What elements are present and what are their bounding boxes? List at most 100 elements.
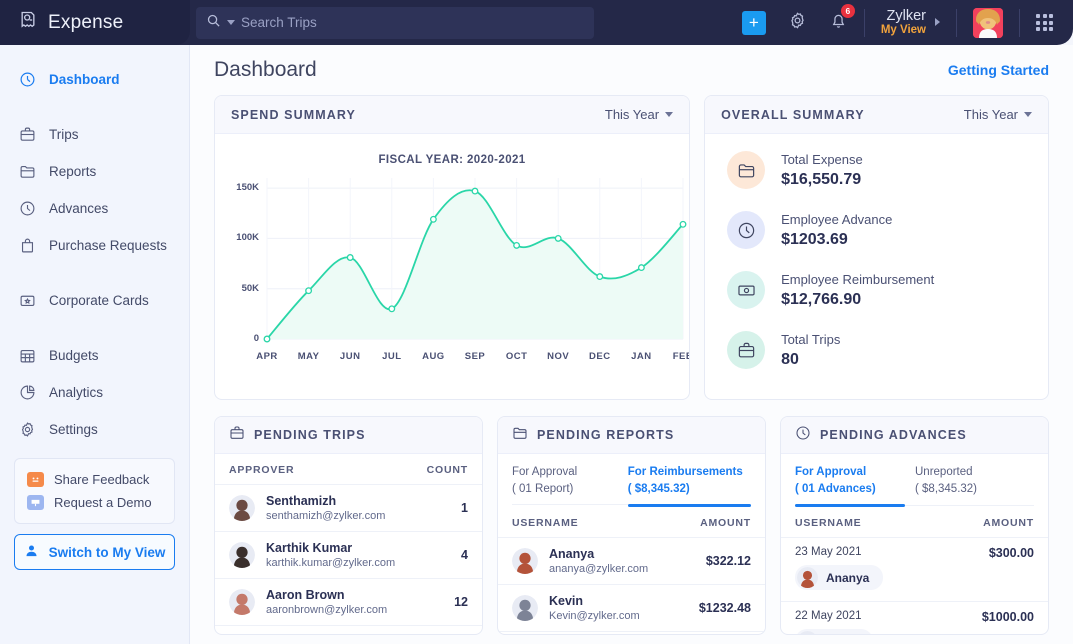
avatar — [797, 567, 818, 588]
sidebar-item-corporate-cards[interactable]: Corporate Cards — [0, 282, 189, 319]
search-input[interactable] — [241, 8, 561, 38]
fiscal-year-label: FISCAL YEAR: 2020-2021 — [215, 154, 689, 166]
tab-for-reimbursements[interactable]: For Reimbursements ( $8,345.32) — [628, 454, 765, 504]
sidebar-item-advances[interactable]: Advances — [0, 190, 189, 227]
x-axis-tick: DEC — [578, 351, 622, 362]
sidebar-item-dashboard[interactable]: Dashboard — [0, 61, 189, 98]
approver-name: Senthamizh — [266, 494, 385, 508]
org-name: Zylker — [881, 8, 926, 25]
column-header: COUNT — [427, 464, 468, 476]
spend-summary-card: SPEND SUMMARY This Year FISCAL YEAR: 202… — [214, 95, 690, 400]
divider — [956, 9, 957, 37]
summary-item-value: $16,550.79 — [781, 171, 863, 189]
sidebar-item-label: Reports — [49, 164, 96, 179]
add-button[interactable]: + — [742, 11, 766, 35]
sidebar-item-settings[interactable]: Settings — [0, 411, 189, 448]
sidebar-item-label: Corporate Cards — [49, 293, 149, 308]
notification-badge: 6 — [841, 4, 855, 18]
top-bar: Expense + — [0, 0, 1073, 45]
org-switcher[interactable]: Zylker My View — [881, 8, 940, 38]
approver-name: Karthik Kumar — [266, 541, 395, 555]
share-feedback-button[interactable]: Share Feedback — [15, 468, 174, 491]
advance-user-chip[interactable]: Ananya — [795, 565, 883, 590]
promo-label: Share Feedback — [54, 472, 149, 487]
report-user-name: Ananya — [549, 547, 648, 561]
user-icon — [24, 543, 39, 561]
overall-summary-card: OVERALL SUMMARY This Year Total Expense $… — [704, 95, 1049, 400]
chevron-down-icon — [665, 112, 673, 117]
sidebar-item-analytics[interactable]: Analytics — [0, 374, 189, 411]
sidebar-item-label: Analytics — [49, 385, 103, 400]
avatar — [512, 548, 538, 574]
sidebar: Dashboard Trips Reports Advances — [0, 45, 190, 644]
clock-icon — [795, 425, 811, 446]
switch-label: Switch to My View — [49, 545, 166, 560]
tab-sublabel: ( $8,345.32) — [628, 481, 765, 498]
approver-name: Aaron Brown — [266, 588, 387, 602]
summary-item[interactable]: Employee Reimbursement$12,766.90 — [705, 260, 1048, 320]
chevron-right-icon[interactable] — [935, 18, 940, 26]
tab-for-approval[interactable]: For Approval ( 01 Advances) — [795, 454, 915, 504]
getting-started-link[interactable]: Getting Started — [948, 62, 1049, 78]
settings-button[interactable] — [788, 11, 807, 35]
tab-for-approval[interactable]: For Approval ( 01 Report) — [512, 454, 628, 504]
search-bar[interactable] — [196, 7, 594, 39]
search-icon[interactable] — [206, 13, 221, 33]
summary-item-value: $12,766.90 — [781, 291, 934, 309]
sidebar-item-reports[interactable]: Reports — [0, 153, 189, 190]
gear-icon[interactable] — [788, 11, 807, 35]
avatar — [797, 631, 818, 635]
table-row[interactable]: Senthamizhsenthamizh@zylker.com1 — [215, 485, 482, 532]
summary-item-label: Total Expense — [781, 152, 863, 167]
advance-date: 23 May 2021 — [795, 546, 862, 558]
divider — [1019, 9, 1020, 37]
feedback-icon — [27, 472, 44, 487]
table-row[interactable]: Ananyaananya@zylker.com$322.12 — [498, 538, 765, 585]
report-user-name: Kevin — [549, 594, 640, 608]
summary-item[interactable]: Total Expense $16,550.79 — [705, 140, 1048, 200]
card-icon — [18, 292, 36, 310]
calendar-icon — [18, 347, 36, 365]
advance-user-chip[interactable]: Kevin — [795, 629, 873, 635]
sidebar-item-budgets[interactable]: Budgets — [0, 337, 189, 374]
pie-chart-icon — [18, 384, 36, 402]
x-axis-tick: SEP — [453, 351, 497, 362]
avatar[interactable] — [973, 8, 1003, 38]
switch-to-my-view-button[interactable]: Switch to My View — [14, 534, 175, 570]
page-header: Dashboard Getting Started — [190, 45, 1073, 95]
table-row[interactable]: Karthik Kumarkarthik.kumar@zylker.com4 — [215, 532, 482, 579]
promo-label: Request a Demo — [54, 495, 152, 510]
chevron-down-icon — [1024, 112, 1032, 117]
overall-summary-period-select[interactable]: This Year — [964, 107, 1032, 122]
pending-advances-columns: USERNAME AMOUNT — [781, 507, 1048, 538]
overall-summary-header: OVERALL SUMMARY This Year — [705, 96, 1048, 134]
avatar — [229, 542, 255, 568]
sidebar-item-trips[interactable]: Trips — [0, 116, 189, 153]
request-demo-button[interactable]: Request a Demo — [15, 491, 174, 514]
table-row[interactable]: 23 May 2021$300.00Ananya — [781, 538, 1048, 602]
dashboard-icon — [18, 71, 36, 89]
brand[interactable]: Expense — [0, 0, 190, 45]
tab-label: Unreported — [915, 464, 1035, 481]
app-switcher-grid-icon[interactable] — [1036, 14, 1053, 31]
sidebar-item-purchase-requests[interactable]: Purchase Requests — [0, 227, 189, 264]
advance-amount: $1000.00 — [982, 610, 1034, 624]
notifications-button[interactable]: 6 — [829, 11, 848, 35]
summary-item[interactable]: Total Trips80 — [705, 320, 1048, 380]
spend-summary-period-select[interactable]: This Year — [605, 107, 673, 122]
tab-unreported[interactable]: Unreported ( $8,345.32) — [915, 454, 1035, 504]
summary-item-label: Employee Advance — [781, 212, 892, 227]
table-row[interactable]: Aaron Brownaaronbrown@zylker.com12 — [215, 579, 482, 626]
advance-user-name: Ananya — [826, 571, 869, 585]
x-axis-tick: JUL — [370, 351, 414, 362]
page-title: Dashboard — [214, 58, 317, 82]
search-scope-chevron-down-icon[interactable] — [227, 20, 235, 25]
pending-advances-header: PENDING ADVANCES — [781, 417, 1048, 454]
summary-item[interactable]: Employee Advance$1203.69 — [705, 200, 1048, 260]
card-title: PENDING REPORTS — [537, 428, 674, 442]
top-bar-actions: + 6 Zylker My View — [742, 0, 1073, 45]
table-row[interactable]: KevinKevin@zylker.com$1232.48 — [498, 585, 765, 632]
table-row[interactable]: 22 May 2021$1000.00Kevin — [781, 602, 1048, 635]
tab-label: For Approval — [512, 464, 628, 481]
pending-row: PENDING TRIPS APPROVER COUNT Senthamizhs… — [190, 400, 1073, 635]
